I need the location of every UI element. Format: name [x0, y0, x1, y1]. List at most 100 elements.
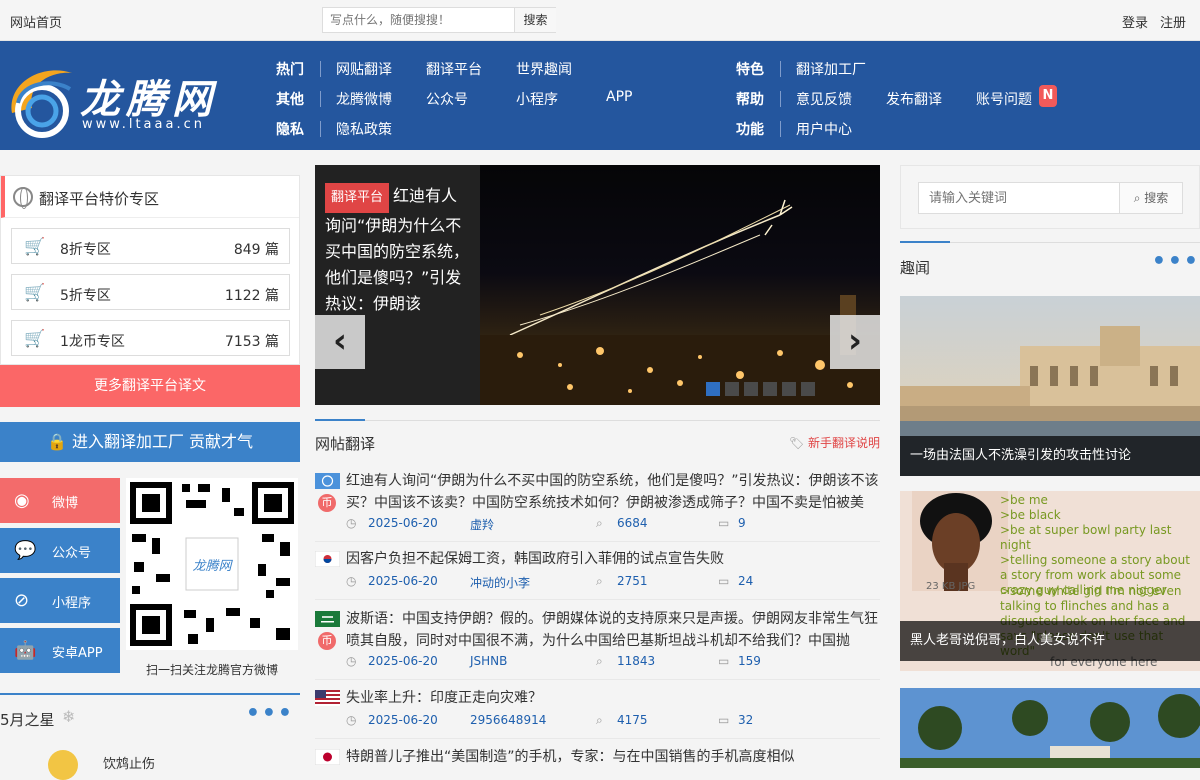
news-item[interactable]: 币 红迪有人询问“伊朗为什么不买中国的防空系统，他们是傻吗？”引发热议：伊朗该不… — [315, 470, 880, 542]
slider-caption[interactable]: 翻译平台 红迪有人询问“伊朗为什么不买中国的防空系统，他们是傻吗？”引发热议：伊朗… — [315, 165, 480, 405]
nav-translation-factory[interactable]: 翻译加工厂 — [796, 59, 866, 79]
pager-dot[interactable] — [801, 382, 815, 396]
nav-translation-platform[interactable]: 翻译平台 — [426, 59, 482, 79]
pager-dot[interactable] — [706, 382, 720, 396]
nav-hot[interactable]: 热门 — [276, 59, 304, 79]
social-weibo-button[interactable]: ◉ 微博 — [0, 478, 120, 523]
slider-next-button[interactable]: › — [830, 315, 880, 369]
logo[interactable]: 龙腾网 www.ltaaa.cn — [0, 47, 260, 147]
news-title[interactable]: 特朗普儿子推出“美国制造”的手机，专家：与在中国销售的手机高度相似 — [346, 746, 880, 768]
pager-dot[interactable] — [744, 382, 758, 396]
snowflake-icon: ❄ — [62, 707, 76, 726]
fun-news-card[interactable]: 一场由法国人不洗澡引发的攻击性讨论 — [900, 296, 1200, 476]
login-link[interactable]: 登录 — [1122, 12, 1148, 31]
clock-icon: ◷ — [346, 516, 357, 530]
news-item[interactable]: 失业率上升：印度正走向灾难？ ◷ 2025-06-20 2956648914 ⌕… — [315, 687, 880, 739]
nav-mini-program[interactable]: 小程序 — [516, 89, 558, 109]
cart-icon: 🛒 — [24, 237, 46, 257]
palm-house-image — [900, 688, 1200, 768]
news-views: 4175 — [617, 713, 648, 727]
news-title[interactable]: 失业率上升：印度正走向灾难？ — [346, 687, 880, 709]
nav-other[interactable]: 其他 — [276, 89, 304, 109]
nav-app[interactable]: APP — [606, 89, 632, 105]
news-item[interactable]: 因客户负担不起保姆工资，韩国政府引入菲佣的试点宣告失败 ◷ 2025-06-20… — [315, 548, 880, 600]
lock-icon: 🔒 — [46, 432, 72, 451]
news-title[interactable]: 波斯语：中国支持伊朗？假的。伊朗媒体说的支持原来只是声援。伊朗网友非常生气狂喷其… — [346, 608, 880, 652]
top-search-input[interactable] — [323, 8, 515, 32]
social-wechat-button[interactable]: 💬 公众号 — [0, 528, 120, 573]
featured-slider[interactable]: 翻译平台 红迪有人询问“伊朗为什么不买中国的防空系统，他们是傻吗？”引发热议：伊朗… — [315, 165, 880, 405]
nav-account-issues[interactable]: 账号问题 — [976, 89, 1032, 109]
comment-icon: ▭ — [718, 516, 730, 530]
coin-badge: 币 — [318, 494, 336, 512]
nav-publish-translation[interactable]: 发布翻译 — [886, 89, 942, 109]
more-translations-button[interactable]: 更多翻译平台译文 — [0, 365, 300, 407]
nav-official-account[interactable]: 公众号 — [426, 89, 468, 109]
star-user-name[interactable]: 饮鸩止伤 — [103, 753, 155, 772]
nav-feedback[interactable]: 意见反馈 — [796, 89, 852, 109]
pager-dot[interactable] — [725, 382, 739, 396]
promo-item[interactable]: 🛒 5折专区 1122 篇 — [11, 274, 290, 310]
right-search: ⌕ 搜索 — [900, 165, 1200, 229]
clock-icon: ◷ — [346, 574, 357, 588]
promo-item[interactable]: 🛒 8折专区 849 篇 — [11, 228, 290, 264]
news-views: 6684 — [617, 516, 648, 530]
social-miniprogram-button[interactable]: ⊘ 小程序 — [0, 578, 120, 623]
pager-dot[interactable] — [782, 382, 796, 396]
keyword-search-button[interactable]: ⌕ 搜索 — [1119, 182, 1183, 214]
nav-privacy[interactable]: 隐私 — [276, 119, 304, 139]
nav-weibo[interactable]: 龙腾微博 — [336, 89, 392, 109]
nav-help[interactable]: 帮助 — [736, 89, 764, 109]
slider-tag: 翻译平台 — [325, 183, 390, 213]
news-author[interactable]: 冲动的小李 — [470, 574, 530, 591]
news-author[interactable]: 2956648914 — [470, 713, 546, 727]
globe-icon — [13, 187, 33, 209]
cart-icon: 🛒 — [24, 283, 46, 303]
home-link[interactable]: 网站首页 — [10, 12, 62, 31]
cart-icon: 🛒 — [24, 329, 46, 349]
more-dots-icon[interactable]: ••• — [1152, 249, 1200, 274]
keyword-search-input[interactable] — [918, 182, 1120, 214]
news-author[interactable]: JSHNB — [470, 654, 507, 668]
coin-badge: 币 — [318, 632, 336, 650]
news-date: 2025-06-20 — [368, 516, 438, 530]
slider-prev-button[interactable]: ‹ — [315, 315, 365, 369]
greentext-line: >be black — [1000, 508, 1061, 522]
search-icon: ⌕ — [1133, 191, 1145, 205]
social-android-button[interactable]: 🤖 安卓APP — [0, 628, 120, 673]
nav-world-news[interactable]: 世界趣闻 — [516, 59, 572, 79]
nav-featured[interactable]: 特色 — [736, 59, 764, 79]
fun-news-card[interactable]: 23 KB JPG >be me >be black >be at super … — [900, 491, 1200, 671]
social-label: 安卓APP — [52, 646, 103, 661]
news-item[interactable]: 特朗普儿子推出“美国制造”的手机，专家：与在中国销售的手机高度相似 — [315, 746, 880, 768]
fun-news-card[interactable] — [900, 688, 1200, 768]
more-dots-icon[interactable]: ••• — [246, 701, 294, 726]
news-item[interactable]: 币 波斯语：中国支持伊朗？假的。伊朗媒体说的支持原来只是声援。伊朗网友非常生气狂… — [315, 608, 880, 680]
news-title[interactable]: 红迪有人询问“伊朗为什么不买中国的防空系统，他们是傻吗？”引发热议：伊朗该不该买… — [346, 470, 880, 514]
search-icon: ⌕ — [596, 574, 603, 588]
promo-item[interactable]: 🛒 1龙币专区 7153 篇 — [11, 320, 290, 356]
nav-divider — [320, 61, 321, 77]
qr-caption: 扫一扫关注龙腾官方微博 — [145, 663, 278, 677]
promo-item-count: 849 篇 — [233, 242, 279, 258]
promo-item-name: 5折专区 — [60, 288, 111, 304]
news-author[interactable]: 虚羚 — [470, 516, 494, 533]
guide-link[interactable]: 🏷 新手翻译说明 — [789, 434, 880, 451]
slider-image — [480, 165, 880, 405]
japan-flag-icon — [315, 749, 340, 765]
greentext-line: >be at super bowl party last night — [1000, 523, 1172, 552]
news-date: 2025-06-20 — [368, 713, 438, 727]
enter-factory-button[interactable]: 🔒 进入翻译加工厂 贡献才气 — [0, 422, 300, 462]
pager-dot[interactable] — [763, 382, 777, 396]
star-title: 5月之星 — [0, 711, 55, 729]
keyword-search-label: 搜索 — [1144, 191, 1169, 205]
news-title[interactable]: 因客户负担不起保姆工资，韩国政府引入菲佣的试点宣告失败 — [346, 548, 880, 570]
svg-text:龙腾网: 龙腾网 — [192, 559, 233, 574]
nav-user-center[interactable]: 用户中心 — [796, 119, 852, 139]
nav-privacy-policy[interactable]: 隐私政策 — [336, 119, 392, 139]
register-link[interactable]: 注册 — [1160, 12, 1186, 31]
nav-forum-translation[interactable]: 网贴翻译 — [336, 59, 392, 79]
top-search-button[interactable]: 搜索 — [514, 8, 556, 32]
nav-features[interactable]: 功能 — [736, 119, 764, 139]
avatar[interactable] — [48, 750, 78, 780]
